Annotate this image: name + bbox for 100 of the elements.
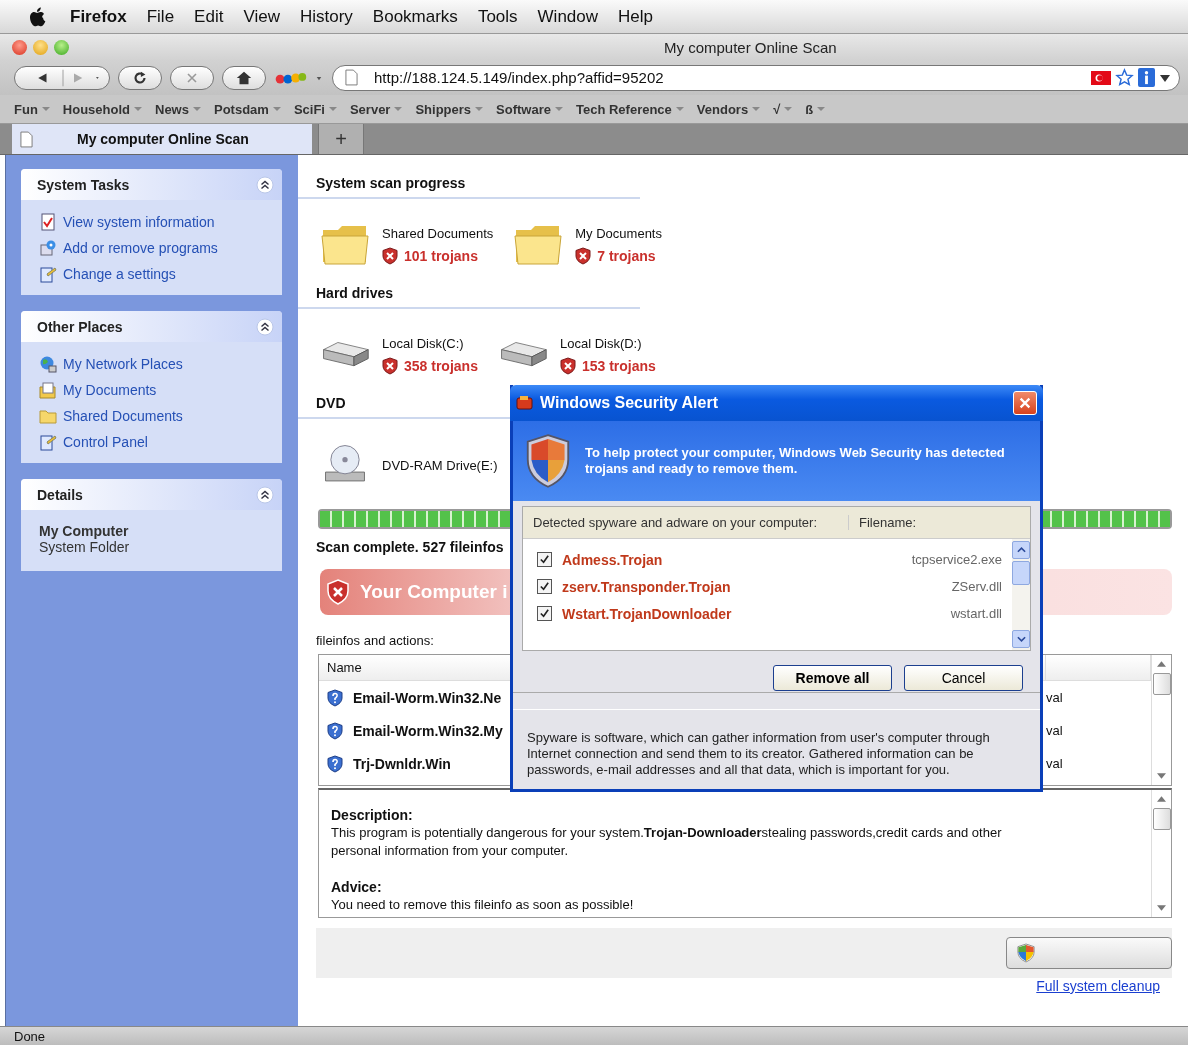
menu-item[interactable]: Tools xyxy=(477,6,518,27)
description-title: Description: xyxy=(331,806,414,824)
bookmark-folder[interactable]: Household xyxy=(62,101,142,117)
scroll-down-icon[interactable] xyxy=(1157,905,1166,911)
caret-icon xyxy=(192,106,201,112)
drive-name: My Documents xyxy=(575,225,662,241)
drive-name: Local Disk(C:) xyxy=(382,335,465,351)
scrollbar-thumb[interactable] xyxy=(1152,673,1171,695)
caret-icon xyxy=(475,106,484,112)
threat-name: zserv.Transponder.Trojan xyxy=(562,578,732,595)
scroll-up-icon[interactable] xyxy=(1157,661,1166,667)
table-cell: val xyxy=(1046,756,1063,771)
bookmark-folder[interactable]: Vendors xyxy=(696,101,761,117)
info-icon[interactable] xyxy=(1138,68,1155,87)
caret-icon xyxy=(134,106,142,112)
section-heading: Hard drives xyxy=(298,285,640,309)
apple-icon[interactable] xyxy=(28,5,48,28)
scrollbar[interactable] xyxy=(1012,539,1030,650)
caret-icon xyxy=(328,106,337,112)
check-icon xyxy=(539,554,550,565)
bookmark-folder[interactable]: Server xyxy=(349,101,403,117)
bookmark-folder[interactable]: Tech Reference xyxy=(575,101,684,117)
scroll-down-icon[interactable] xyxy=(1157,773,1166,779)
scroll-up-icon[interactable] xyxy=(1157,796,1166,802)
page-icon xyxy=(345,69,358,86)
trojan-count: 101 trojans xyxy=(404,247,478,264)
close-button[interactable] xyxy=(1013,391,1037,415)
dialog-button[interactable]: Remove all xyxy=(773,665,892,691)
new-tab-button[interactable]: + xyxy=(318,124,364,154)
sidebar-link[interactable]: My Documents xyxy=(63,382,157,398)
cleanup-link[interactable]: Full system cleanup xyxy=(1036,978,1160,994)
caret-icon xyxy=(817,106,826,112)
trojan-count: 7 trojans xyxy=(597,247,656,264)
bookmark-folder[interactable]: Shippers xyxy=(415,101,484,117)
scroll-down-button[interactable] xyxy=(1012,630,1030,648)
close-icon xyxy=(1018,396,1032,410)
scrollbar[interactable] xyxy=(1151,655,1171,785)
scrollbar-thumb[interactable] xyxy=(1012,561,1030,585)
bookmark-folder[interactable]: √ xyxy=(773,101,793,117)
question-shield-icon xyxy=(327,754,343,773)
list-label: fileinfos and actions: xyxy=(316,633,434,648)
sidebar-link[interactable]: View system information xyxy=(63,214,215,230)
menu-item[interactable]: Bookmarks xyxy=(372,6,458,27)
browser-tab[interactable]: My computer Online Scan xyxy=(12,124,312,154)
error-shield-icon xyxy=(326,579,350,605)
sidebar-link[interactable]: My Network Places xyxy=(63,356,183,372)
table-cell: val xyxy=(1046,723,1063,738)
security-shield-icon xyxy=(525,432,571,490)
checkbox[interactable] xyxy=(537,606,552,621)
bookmark-folder[interactable]: ß xyxy=(805,101,826,117)
checkbox[interactable] xyxy=(537,579,552,594)
cleanup-button[interactable] xyxy=(1006,937,1172,969)
collapse-icon[interactable] xyxy=(256,485,274,504)
menu-item[interactable]: Edit xyxy=(194,6,224,27)
sidebar-link[interactable]: Shared Documents xyxy=(63,408,183,424)
collapse-icon[interactable] xyxy=(256,317,274,336)
bookmark-folder[interactable]: SciFi xyxy=(293,101,337,117)
threat-name: Admess.Trojan xyxy=(562,551,664,568)
column-header: Filename: xyxy=(858,515,917,530)
threat-name: Trj-Dwnldr.Win xyxy=(353,755,451,772)
threat-shield-icon xyxy=(382,246,398,265)
check-icon xyxy=(539,581,550,592)
info-text: Spyware is software, which can gather information from user's computer through Internet connection and send them to its creator. Gathered information can be passwords, e-mail addresses and all that data, which is important for you. xyxy=(513,709,1040,778)
dropdown-caret-icon[interactable] xyxy=(1159,72,1171,83)
home-button[interactable] xyxy=(222,65,266,90)
back-forward-button[interactable] xyxy=(14,65,110,90)
stop-button[interactable] xyxy=(170,65,214,90)
menu-item[interactable]: Window xyxy=(537,6,599,27)
details-name: My Computer xyxy=(39,523,130,539)
menu-item[interactable]: View xyxy=(243,6,280,27)
bookmark-folder[interactable]: Software xyxy=(496,101,563,117)
caret-icon xyxy=(41,106,50,112)
menu-item[interactable]: History xyxy=(299,6,353,27)
reload-button[interactable] xyxy=(118,65,162,90)
threat-shield-icon xyxy=(559,356,576,375)
app-menu[interactable]: Firefox xyxy=(70,6,127,27)
bookmark-folder[interactable]: Fun xyxy=(14,101,50,117)
dialog-button[interactable]: Cancel xyxy=(904,665,1023,691)
bookmark-folder[interactable]: Potsdam xyxy=(213,101,281,117)
menu-item[interactable]: File xyxy=(146,6,175,27)
collapse-icon[interactable] xyxy=(256,175,274,194)
caret-icon xyxy=(272,106,281,112)
threat-shield-icon xyxy=(382,356,398,375)
sidebar-link[interactable]: Add or remove programs xyxy=(63,240,218,256)
scrollbar[interactable] xyxy=(1151,790,1171,917)
checkbox[interactable] xyxy=(537,552,552,567)
scrollbar-thumb[interactable] xyxy=(1152,808,1171,830)
bookmark-star-icon[interactable] xyxy=(1115,68,1134,87)
caret-icon xyxy=(752,106,761,112)
file-name: ZServ.dll xyxy=(950,579,1002,594)
close-window-icon[interactable] xyxy=(12,39,27,55)
status-text: Done xyxy=(14,1028,46,1044)
address-field[interactable]: http://188.124.5.149/index.php?affid=95202 xyxy=(332,64,1180,91)
bookmark-folder[interactable]: News xyxy=(155,101,201,117)
sidebar-link[interactable]: Change a settings xyxy=(63,266,176,282)
caret-icon xyxy=(394,106,403,112)
sidebar-link[interactable]: Control Panel xyxy=(63,434,148,450)
menu-item[interactable]: Help xyxy=(618,6,653,27)
scroll-up-button[interactable] xyxy=(1012,541,1030,559)
threat-name: Email-Worm.Win32.My xyxy=(353,722,503,739)
